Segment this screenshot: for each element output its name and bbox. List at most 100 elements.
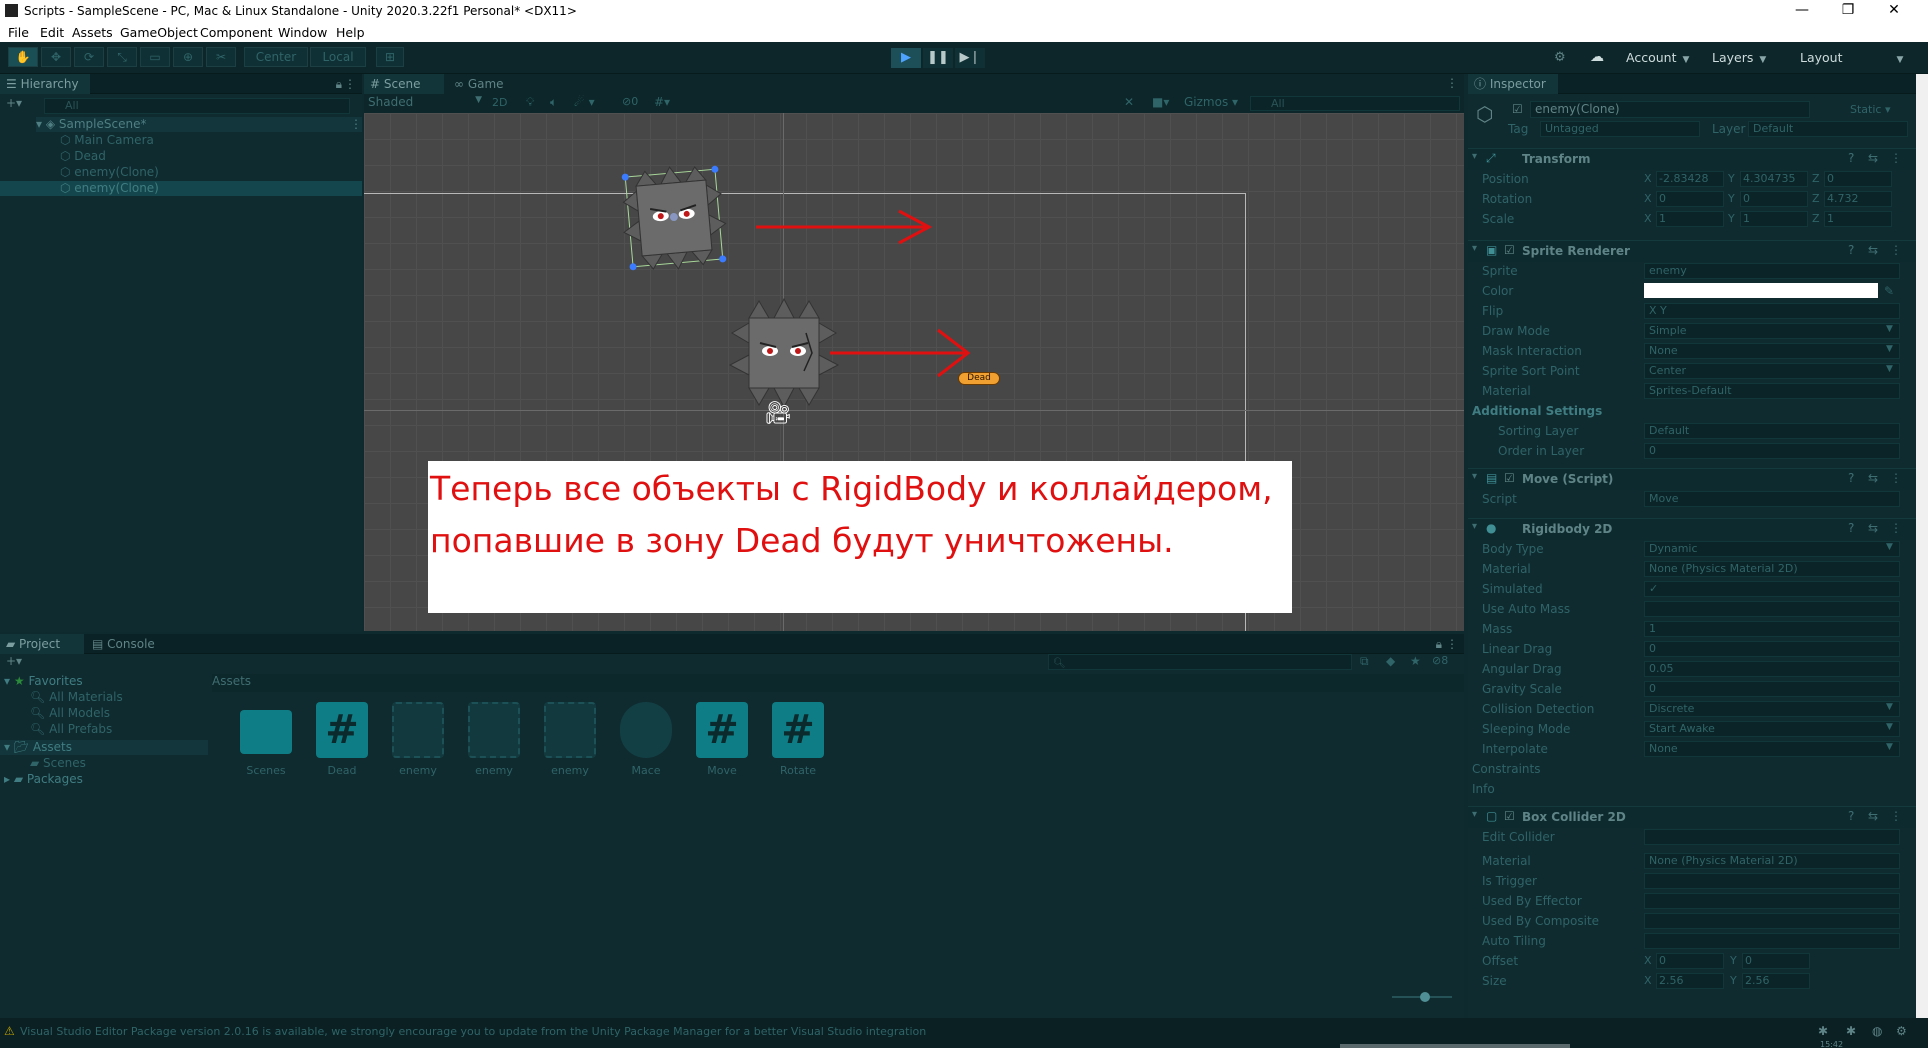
pause-button[interactable]: ❚❚ — [923, 48, 953, 68]
rb-use-auto-mass-field[interactable] — [1644, 601, 1900, 617]
cloud-icon[interactable]: ☁ — [1590, 49, 1604, 65]
scene-menu-icon[interactable]: ⋮ — [350, 117, 362, 131]
grid-snap-icon[interactable]: ⊞ — [376, 47, 404, 67]
bug-icon[interactable]: ✱ — [1818, 1024, 1828, 1038]
rb-mass-field[interactable]: 1 — [1644, 621, 1900, 637]
component-menu-icon[interactable]: ⋮ — [1890, 471, 1902, 485]
component-menu-icon[interactable]: ⋮ — [1890, 521, 1902, 535]
rb-collision-detection-field[interactable]: Discrete — [1644, 701, 1900, 717]
presets-icon[interactable]: ⇆ — [1868, 243, 1878, 257]
create-plus-icon[interactable]: +▾ — [6, 96, 22, 110]
favorite-item[interactable]: 🔍︎ All Models — [30, 706, 110, 720]
minimize-button[interactable]: — — [1792, 2, 1812, 20]
sprite-mask-interaction-field[interactable]: None — [1644, 343, 1900, 359]
tab-console[interactable]: ▤ Console — [86, 634, 170, 654]
rb-angular-drag-field[interactable]: 0.05 — [1644, 661, 1900, 677]
transform-x-field[interactable]: 1 — [1656, 211, 1724, 227]
lock-icon[interactable]: 🔒︎ — [336, 77, 342, 92]
component-menu-icon[interactable]: ⋮ — [1890, 809, 1902, 823]
asset-item[interactable]: Mace — [608, 698, 684, 788]
help-icon[interactable]: ? — [1848, 243, 1854, 257]
rb-interpolate-field[interactable]: None — [1644, 741, 1900, 757]
object-name-field[interactable]: enemy(Clone) — [1530, 101, 1810, 118]
presets-icon[interactable]: ⇆ — [1868, 471, 1878, 485]
presets-icon[interactable]: ⇆ — [1868, 809, 1878, 823]
tab-project[interactable]: ▰ Project — [0, 634, 84, 654]
layout-dropdown[interactable]: Layout ▼ — [1800, 49, 1910, 67]
constraints-foldout[interactable]: Constraints — [1472, 762, 1540, 776]
bc-edit-collider-field[interactable] — [1644, 829, 1900, 845]
transform-z-field[interactable]: 0 — [1824, 171, 1892, 187]
close-button[interactable]: ✕ — [1884, 2, 1904, 20]
2d-toggle[interactable]: 2D — [492, 96, 520, 112]
zoom-slider-handle[interactable] — [1420, 992, 1430, 1002]
hierarchy-selected-row[interactable]: ⬡ enemy(Clone) — [0, 181, 362, 196]
transform-z-field[interactable]: 4.732 — [1824, 191, 1892, 207]
rb-linear-drag-field[interactable]: 0 — [1644, 641, 1900, 657]
favorite-item[interactable]: 🔍︎ All Materials — [30, 690, 123, 704]
hidden-objects-icon[interactable]: ⊘0 — [622, 95, 638, 108]
sprite-draw-mode-field[interactable]: Simple — [1644, 323, 1900, 339]
bc-used-by-effector-field[interactable] — [1644, 893, 1900, 909]
menu-component[interactable]: Component — [200, 25, 273, 40]
menu-assets[interactable]: Assets — [72, 25, 113, 40]
filter-type-icon[interactable]: ⧉ — [1360, 654, 1369, 669]
tab-inspector[interactable]: ⓘ Inspector — [1468, 74, 1558, 94]
window-scrollbar[interactable] — [1916, 74, 1928, 1018]
grid-icon[interactable]: #▾ — [654, 95, 670, 109]
menu-file[interactable]: File — [8, 25, 29, 40]
globe-icon[interactable]: ◍ — [1872, 1024, 1882, 1038]
asset-item[interactable]: # Rotate — [760, 698, 836, 788]
rb-simulated-field[interactable]: ✓ — [1644, 581, 1900, 597]
transform-z-field[interactable]: 1 — [1824, 211, 1892, 227]
bug-icon[interactable]: ✱ — [1846, 1024, 1856, 1038]
eyedropper-icon[interactable]: ✎ — [1884, 284, 1894, 298]
enabled-checkbox[interactable]: ☑ — [1504, 471, 1515, 485]
menu-edit[interactable]: Edit — [40, 25, 64, 40]
sprite-sprite-field[interactable]: enemy — [1644, 263, 1900, 279]
foldout-icon[interactable]: ▾ — [1472, 809, 1477, 820]
play-button[interactable]: ▶ — [891, 48, 921, 68]
rect-tool-icon[interactable]: ▭ — [140, 47, 170, 67]
bc-offset-x-field[interactable]: 0 — [1656, 953, 1724, 969]
presets-icon[interactable]: ⇆ — [1868, 521, 1878, 535]
shading-dropdown[interactable]: Shaded ▼ — [368, 95, 486, 112]
menu-window[interactable]: Window — [278, 25, 327, 40]
layers-dropdown[interactable]: Layers ▼ — [1712, 49, 1788, 67]
asset-item[interactable]: # Move — [684, 698, 760, 788]
project-search-input[interactable]: 🔍︎ — [1048, 654, 1352, 670]
rb-material-field[interactable]: None (Physics Material 2D) — [1644, 561, 1900, 577]
favorite-star-icon[interactable]: ★ — [1410, 654, 1421, 668]
step-button[interactable]: ▶❘ — [955, 48, 985, 68]
hierarchy-search-input[interactable]: All — [44, 98, 350, 114]
camera-gizmo-icon[interactable]: 🎥︎ — [764, 401, 792, 426]
audio-icon[interactable]: 🔈︎ — [550, 95, 557, 110]
foldout-icon[interactable]: ▾ — [1472, 151, 1477, 162]
foldout-icon[interactable]: ▾ — [1472, 243, 1477, 254]
scene-search-input[interactable]: All — [1250, 96, 1460, 111]
favorite-item[interactable]: 🔍︎ All Prefabs — [30, 722, 112, 736]
bc-is-trigger-field[interactable] — [1644, 873, 1900, 889]
scenes-folder-row[interactable]: ▰ Scenes — [30, 756, 86, 770]
enemy-sprite-selected[interactable] — [614, 158, 733, 277]
rb-sleeping-mode-field[interactable]: Start Awake — [1644, 721, 1900, 737]
scene-viewport[interactable]: Dead 🎥︎ Теперь все объекты с RigidBody и… — [364, 113, 1464, 631]
hierarchy-item[interactable]: ⬡ Main Camera — [60, 133, 154, 147]
info-foldout[interactable]: Info — [1472, 782, 1495, 796]
component-menu-icon[interactable]: ⋮ — [1890, 151, 1902, 165]
maximize-button[interactable]: ❐ — [1838, 2, 1858, 20]
transform-y-field[interactable]: 4.304735 — [1740, 171, 1808, 187]
collab-icon[interactable]: ⚙ — [1554, 50, 1566, 65]
bc-size-y-field[interactable]: 2.56 — [1742, 973, 1810, 989]
scene-menu-icon[interactable]: ⋮ — [1446, 76, 1458, 90]
rb-gravity-scale-field[interactable]: 0 — [1644, 681, 1900, 697]
help-icon[interactable]: ? — [1848, 151, 1854, 165]
layer-dropdown[interactable]: Default — [1748, 121, 1908, 137]
transform-x-field[interactable]: -2.83428 — [1656, 171, 1724, 187]
sub-row-field[interactable]: Default — [1644, 423, 1900, 439]
create-plus-icon[interactable]: +▾ — [6, 654, 22, 668]
foldout-icon[interactable]: ▾ — [1472, 521, 1477, 532]
hand-tool-icon[interactable]: ✋ — [8, 47, 38, 67]
effects-icon[interactable]: ☄ ▾ — [574, 95, 595, 109]
status-message[interactable]: Visual Studio Editor Package version 2.0… — [20, 1025, 926, 1038]
